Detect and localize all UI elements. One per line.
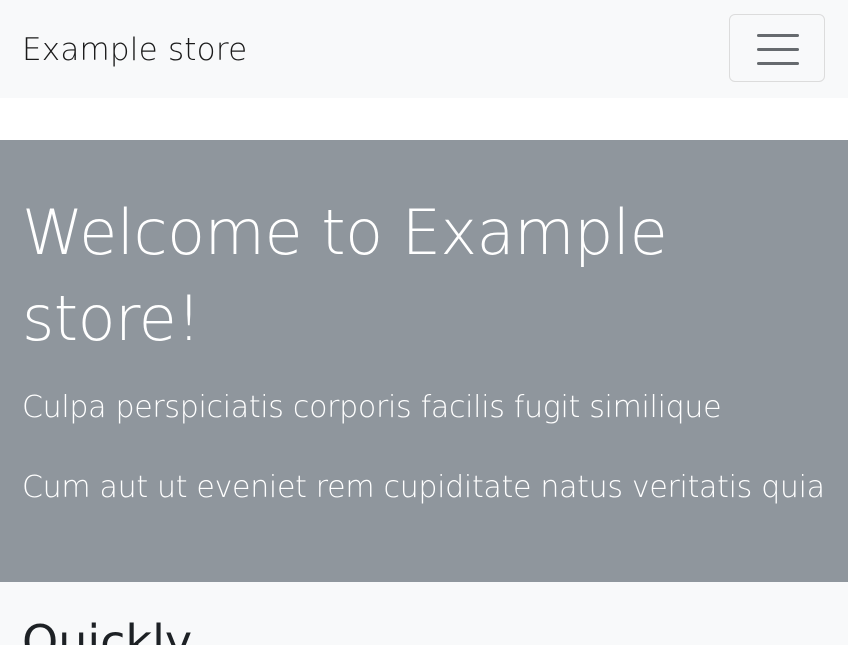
hero-banner: Welcome to Example store! Culpa perspici… xyxy=(0,140,848,582)
hero-text-line-2: Cum aut ut eveniet rem cupiditate natus … xyxy=(22,470,825,505)
navbar: Example store xyxy=(0,0,848,98)
hamburger-menu-icon xyxy=(757,33,799,65)
navbar-toggler-button[interactable] xyxy=(729,14,825,82)
section-title: Quickly xyxy=(22,615,193,645)
hero-text-line-1: Culpa perspiciatis corporis facilis fugi… xyxy=(22,390,722,425)
brand-link[interactable]: Example store xyxy=(22,30,247,70)
navbar-spacer xyxy=(0,98,848,140)
hero-title: Welcome to Example store! xyxy=(22,196,668,355)
quickly-section: Quickly xyxy=(0,582,848,645)
